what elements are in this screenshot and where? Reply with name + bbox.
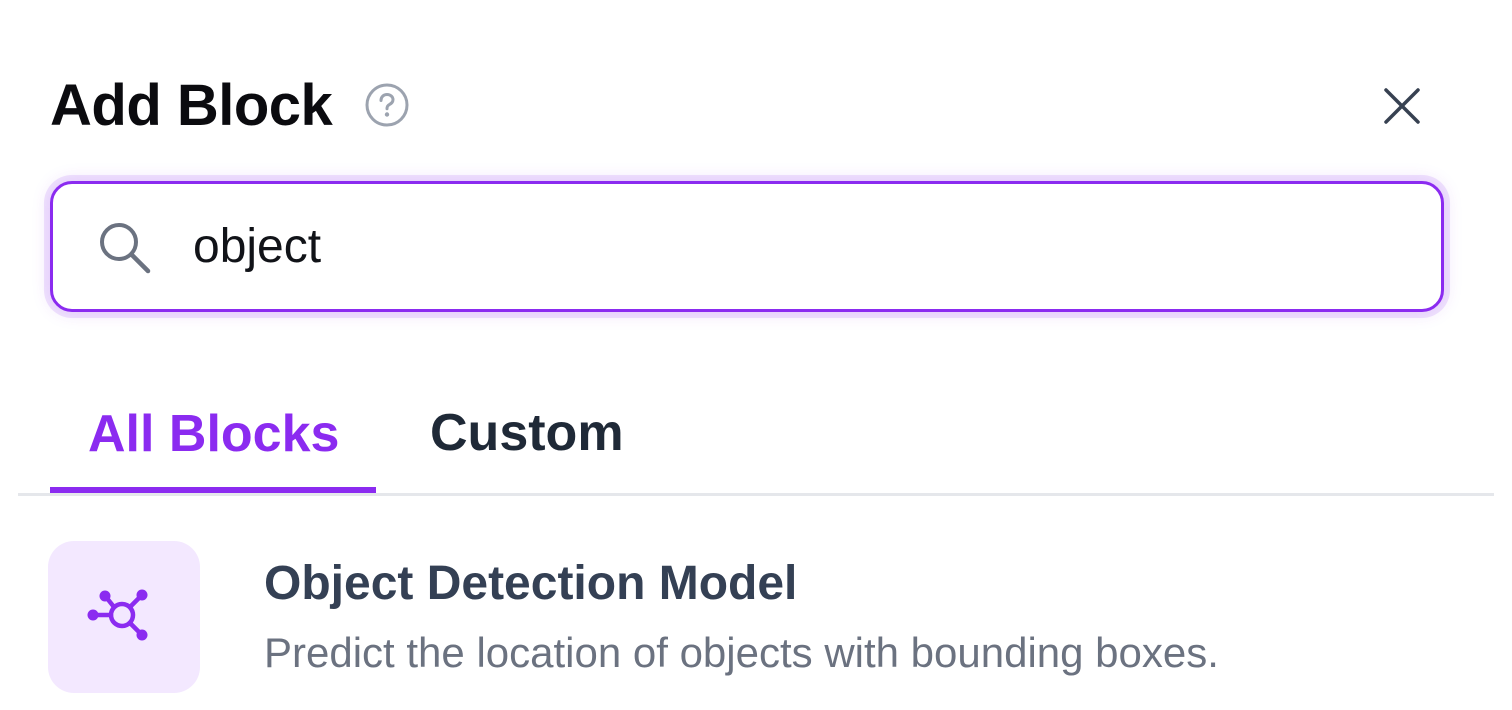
search-icon bbox=[95, 218, 153, 276]
tab-all-blocks[interactable]: All Blocks bbox=[50, 375, 376, 493]
result-icon-tile bbox=[48, 541, 200, 693]
panel-header: Add Block bbox=[50, 70, 410, 140]
tab-bar: All Blocks Custom bbox=[18, 375, 1494, 496]
result-title: Object Detection Model bbox=[264, 557, 798, 610]
result-text: Object Detection Model Predict the locat… bbox=[264, 555, 1219, 679]
list-item[interactable]: Object Detection Model Predict the locat… bbox=[48, 540, 1488, 694]
close-icon bbox=[1382, 86, 1422, 131]
search-input[interactable] bbox=[193, 211, 1343, 282]
result-description: Predict the location of objects with bou… bbox=[264, 629, 1219, 676]
question-circle-icon[interactable] bbox=[364, 82, 410, 128]
add-block-panel: Add Block All Blocks Custom bbox=[0, 0, 1512, 710]
panel-title: Add Block bbox=[50, 72, 333, 138]
close-button[interactable] bbox=[1374, 80, 1430, 136]
network-nodes-icon bbox=[84, 575, 164, 660]
tab-custom[interactable]: Custom bbox=[430, 375, 624, 490]
search-box[interactable] bbox=[50, 181, 1444, 312]
